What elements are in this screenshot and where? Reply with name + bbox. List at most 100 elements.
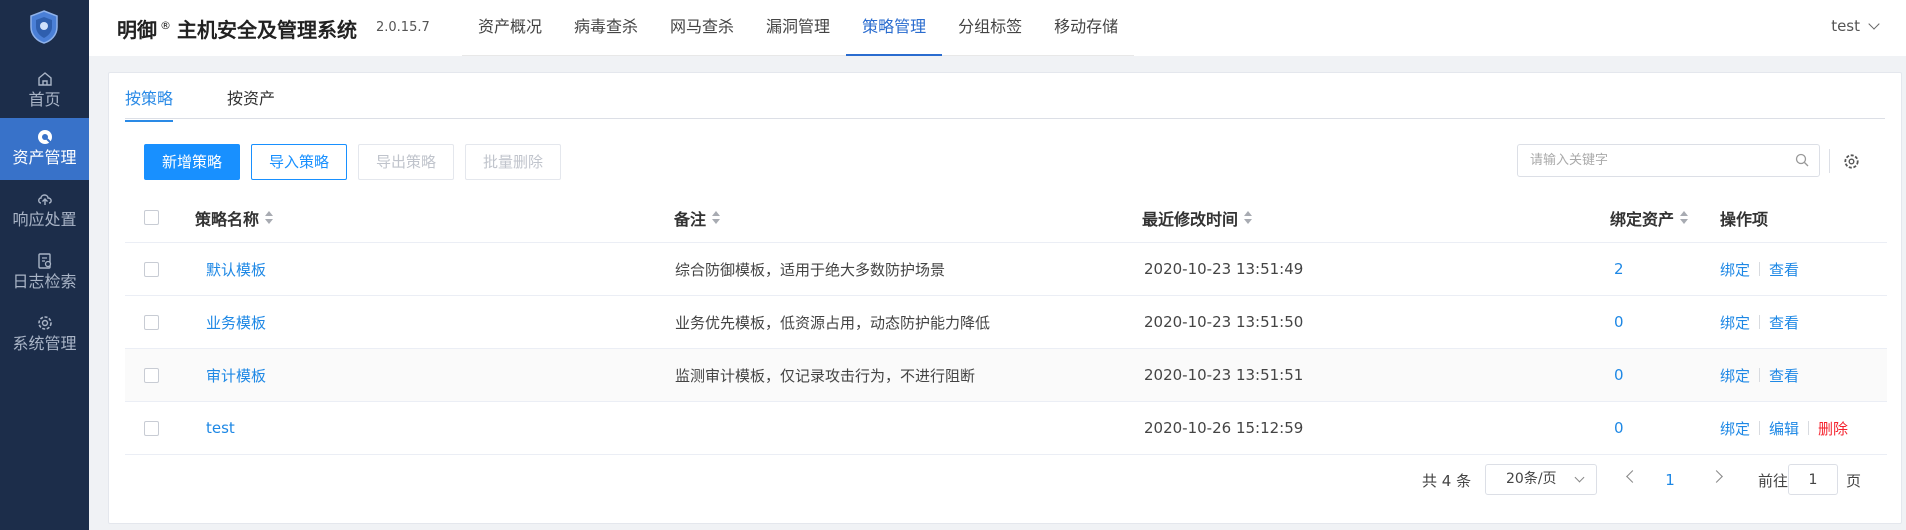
log-search-icon: [37, 253, 51, 269]
policy-card: 按策略 按资产 新增策略 导入策略 导出策略 批量删除 策略名称 备注 最近修改…: [108, 72, 1902, 524]
view-button[interactable]: 查看: [1769, 312, 1799, 333]
policy-name-link[interactable]: test: [206, 402, 235, 454]
sidebar-item-label: 首页: [28, 90, 61, 109]
delete-button[interactable]: 删除: [1818, 418, 1848, 439]
policy-remark: 综合防御模板，适用于绝大多数防护场景: [675, 260, 946, 279]
sort-icon[interactable]: [1680, 211, 1689, 224]
registered-mark: ®: [160, 19, 171, 32]
policy-name-link[interactable]: 默认模板: [206, 243, 266, 295]
sidebar-item-response[interactable]: 响应处置: [0, 180, 89, 242]
brand-title: 明御 ® 主机安全及管理系统: [117, 14, 357, 43]
sidebar-item-log-search[interactable]: 日志检索: [0, 242, 89, 304]
policy-remark: 业务优先模板，低资源占用，动态防护能力降低: [675, 313, 991, 332]
column-header-operations: 操作项: [1720, 209, 1769, 229]
nav-asset-overview[interactable]: 资产概况: [462, 0, 558, 56]
op-divider: [1759, 368, 1761, 382]
settings-icon: [37, 316, 52, 330]
search-icon[interactable]: [1795, 153, 1809, 167]
brand-name: 明御: [117, 18, 157, 42]
policy-table: 策略名称 备注 最近修改时间 绑定资产 操作项 默认模板 综合防御模板，适用于绝…: [125, 193, 1887, 455]
nav-virus-scan[interactable]: 病毒查杀: [558, 0, 654, 56]
bind-button[interactable]: 绑定: [1720, 312, 1750, 333]
tab-by-asset[interactable]: 按资产: [227, 85, 275, 120]
row-checkbox[interactable]: [144, 261, 159, 277]
sort-icon[interactable]: [265, 211, 274, 224]
table-row: 默认模板 综合防御模板，适用于绝大多数防护场景 2020-10-23 13:51…: [125, 243, 1887, 296]
top-nav: 资产概况 病毒查杀 网马查杀 漏洞管理 策略管理 分组标签 移动存储: [462, 0, 1135, 56]
table-row: 业务模板 业务优先模板，低资源占用，动态防护能力降低 2020-10-23 13…: [125, 296, 1887, 349]
user-menu[interactable]: test: [1831, 17, 1880, 35]
pagination-total: 共 4 条: [1422, 471, 1472, 490]
chevron-down-icon: [1868, 18, 1880, 30]
bind-button[interactable]: 绑定: [1720, 418, 1750, 439]
edit-button[interactable]: 编辑: [1769, 418, 1799, 439]
system-title: 主机安全及管理系统: [177, 18, 357, 42]
export-policy-button[interactable]: 导出策略: [358, 144, 455, 180]
add-policy-button[interactable]: 新增策略: [144, 144, 241, 180]
bound-assets-count[interactable]: 2: [1614, 243, 1624, 295]
column-settings-gear-icon[interactable]: [1843, 153, 1860, 170]
op-divider: [1759, 315, 1761, 329]
goto-prefix: 前往: [1758, 471, 1789, 490]
sidebar-item-label: 资产管理: [12, 148, 77, 167]
goto-page-input[interactable]: [1788, 464, 1838, 495]
nav-webshell-scan[interactable]: 网马查杀: [654, 0, 750, 56]
page-size-select[interactable]: 20条/页: [1485, 464, 1597, 495]
sidebar-item-label: 响应处置: [12, 210, 77, 229]
sidebar-item-system[interactable]: 系统管理: [0, 304, 89, 366]
chevron-down-icon: [1574, 472, 1585, 483]
policy-modified-time: 2020-10-26 15:12:59: [1144, 419, 1304, 437]
nav-removable-storage[interactable]: 移动存储: [1038, 0, 1134, 56]
row-checkbox[interactable]: [144, 367, 159, 383]
home-icon: [37, 72, 52, 86]
bind-button[interactable]: 绑定: [1720, 259, 1750, 280]
row-checkbox[interactable]: [144, 420, 159, 436]
tab-bar: 按策略 按资产: [125, 73, 1885, 122]
view-button[interactable]: 查看: [1769, 365, 1799, 386]
column-header-modified: 最近修改时间: [1142, 209, 1239, 229]
goto-suffix: 页: [1846, 471, 1862, 490]
prev-page-icon[interactable]: [1626, 470, 1639, 483]
bind-button[interactable]: 绑定: [1720, 365, 1750, 386]
search-input[interactable]: [1518, 145, 1788, 176]
page-size-value: 20条/页: [1506, 471, 1557, 487]
table-row: 审计模板 监测审计模板，仅记录攻击行为，不进行阻断 2020-10-23 13:…: [125, 349, 1887, 402]
column-header-bound-assets: 绑定资产: [1610, 209, 1675, 229]
nav-policy-management[interactable]: 策略管理: [846, 0, 943, 56]
import-policy-button[interactable]: 导入策略: [251, 144, 348, 180]
policy-modified-time: 2020-10-23 13:51:49: [1144, 260, 1304, 278]
column-header-remark: 备注: [674, 209, 707, 229]
sidebar: 首页 资产管理 响应处置 日志检索 系统管理: [0, 0, 89, 530]
nav-group-tags[interactable]: 分组标签: [942, 0, 1038, 56]
sort-icon[interactable]: [1244, 211, 1253, 224]
sidebar-item-home[interactable]: 首页: [0, 60, 89, 122]
bound-assets-count[interactable]: 0: [1614, 296, 1624, 348]
op-divider: [1759, 421, 1761, 435]
user-name: test: [1831, 17, 1860, 35]
tab-by-policy[interactable]: 按策略: [125, 85, 174, 122]
version-label: 2.0.15.7: [376, 20, 430, 35]
sidebar-item-label: 日志检索: [12, 272, 77, 291]
cloud-upload-icon: [37, 194, 52, 205]
bound-assets-count[interactable]: 0: [1614, 349, 1624, 401]
page-number-current[interactable]: 1: [1658, 465, 1682, 495]
bound-assets-count[interactable]: 0: [1614, 402, 1624, 454]
column-header-name: 策略名称: [195, 209, 260, 229]
sidebar-item-asset-management[interactable]: 资产管理: [0, 118, 89, 180]
op-divider: [1759, 262, 1761, 276]
sidebar-item-label: 系统管理: [12, 334, 77, 353]
policy-name-link[interactable]: 业务模板: [206, 296, 266, 348]
shield-logo-icon: [30, 10, 58, 44]
top-header: 明御 ® 主机安全及管理系统 2.0.15.7 资产概况 病毒查杀 网马查杀 漏洞管…: [89, 0, 1906, 56]
sort-icon[interactable]: [712, 211, 721, 224]
view-button[interactable]: 查看: [1769, 259, 1799, 280]
nav-vulnerability[interactable]: 漏洞管理: [750, 0, 846, 56]
select-all-checkbox[interactable]: [144, 210, 159, 225]
toolbar-divider: [1829, 149, 1830, 173]
asset-icon: [37, 130, 52, 144]
op-divider: [1808, 421, 1810, 435]
next-page-icon[interactable]: [1710, 470, 1723, 483]
policy-name-link[interactable]: 审计模板: [206, 349, 266, 401]
batch-delete-button[interactable]: 批量删除: [465, 144, 562, 180]
row-checkbox[interactable]: [144, 314, 159, 330]
